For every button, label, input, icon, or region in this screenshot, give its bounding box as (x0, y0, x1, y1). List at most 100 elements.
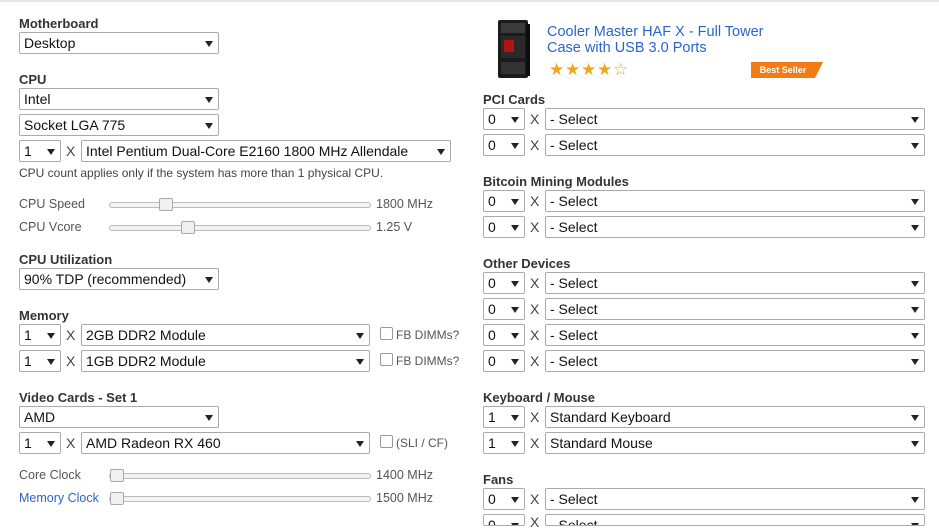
cpu-brand-select[interactable]: Intel (19, 88, 219, 110)
multiply-sign: X (530, 275, 540, 291)
chevron-down-icon (205, 277, 213, 283)
cpu-utilization-select[interactable]: 90% TDP (recommended) (19, 268, 219, 290)
pci-card-select[interactable]: - Select (545, 108, 925, 130)
device-count-select[interactable]: 0 (483, 350, 525, 372)
pci-cards-label: PCI Cards (483, 92, 546, 107)
video-model-select[interactable]: AMD Radeon RX 460 (81, 432, 370, 454)
bitcoin-module-select[interactable]: - Select (545, 216, 925, 238)
keyboard-mouse-label: Keyboard / Mouse (483, 390, 595, 405)
cpu-model-select[interactable]: Intel Pentium Dual-Core E2160 1800 MHz A… (81, 140, 451, 162)
pci-count-select[interactable]: 0 (483, 134, 525, 156)
motherboard-label: Motherboard (19, 16, 99, 31)
cpu-label: CPU (19, 72, 47, 87)
multiply-sign: X (530, 193, 540, 209)
device-select[interactable]: - Select (545, 350, 925, 372)
product-title-line2[interactable]: Case with USB 3.0 Ports (547, 40, 707, 56)
bitcoin-count-select[interactable]: 0 (483, 190, 525, 212)
top-divider (0, 0, 939, 2)
cpu-count-note: CPU count applies only if the system has… (19, 166, 384, 180)
chevron-down-icon (437, 149, 445, 155)
fb-dimms-label: FB DIMMs? (396, 354, 460, 368)
chevron-down-icon (911, 143, 919, 149)
cpu-speed-label: CPU Speed (19, 197, 86, 211)
keyboard-count-select[interactable]: 1 (483, 406, 525, 428)
mouse-count-select[interactable]: 1 (483, 432, 525, 454)
fan-count-select[interactable]: 0 (483, 488, 525, 510)
sli-cf-label: (SLI / CF) (396, 436, 449, 450)
device-select[interactable]: - Select (545, 298, 925, 320)
multiply-sign: X (66, 435, 76, 451)
chevron-down-icon (511, 497, 519, 503)
badge-ribbon-tail (815, 62, 823, 78)
chevron-down-icon (911, 199, 919, 205)
half-star-icon: ☆ (613, 60, 629, 79)
pci-count-select[interactable]: 0 (483, 108, 525, 130)
device-count-select[interactable]: 0 (483, 324, 525, 346)
cpu-count-select[interactable]: 1 (19, 140, 61, 162)
core-clock-handle[interactable] (110, 469, 124, 482)
mouse-select[interactable]: Standard Mouse (545, 432, 925, 454)
star-icon: ★ (597, 60, 613, 79)
memory-clock-slider[interactable] (109, 492, 371, 505)
keyboard-select[interactable]: Standard Keyboard (545, 406, 925, 428)
fb-dimms-checkbox[interactable] (380, 327, 393, 340)
device-select[interactable]: - Select (545, 324, 925, 346)
fan-select[interactable]: - Select (545, 514, 925, 526)
chevron-down-icon (511, 415, 519, 421)
chevron-down-icon (356, 359, 364, 365)
multiply-sign: X (530, 353, 540, 369)
cpu-speed-value: 1800 MHz (376, 197, 433, 211)
chevron-down-icon (511, 441, 519, 447)
device-select[interactable]: - Select (545, 272, 925, 294)
product-title-line1[interactable]: Cooler Master HAF X - Full Tower (547, 24, 763, 40)
multiply-sign: X (530, 301, 540, 317)
chevron-down-icon (511, 117, 519, 123)
product-rating: ★ ★ ★ ★ ☆ (549, 61, 639, 79)
fan-count-select[interactable]: 0 (483, 514, 525, 526)
chevron-down-icon (911, 497, 919, 503)
multiply-sign: X (530, 137, 540, 153)
video-count-select[interactable]: 1 (19, 432, 61, 454)
device-count-select[interactable]: 0 (483, 272, 525, 294)
bitcoin-module-select[interactable]: - Select (545, 190, 925, 212)
fb-dimms-checkbox[interactable] (380, 353, 393, 366)
chevron-down-icon (911, 359, 919, 365)
motherboard-select[interactable]: Desktop (19, 32, 219, 54)
chevron-down-icon (47, 149, 55, 155)
chevron-down-icon (911, 281, 919, 287)
pc-case-image[interactable] (490, 18, 538, 80)
sli-cf-checkbox[interactable] (380, 435, 393, 448)
multiply-sign: X (66, 143, 76, 159)
chevron-down-icon (205, 123, 213, 129)
memory-clock-handle[interactable] (110, 492, 124, 505)
cpu-vcore-slider[interactable] (109, 221, 371, 234)
multiply-sign: X (530, 514, 540, 530)
chevron-down-icon (47, 333, 55, 339)
core-clock-slider[interactable] (109, 469, 371, 482)
video-brand-select[interactable]: AMD (19, 406, 219, 428)
device-count-select[interactable]: 0 (483, 298, 525, 320)
memory-clock-link[interactable]: Memory Clock (19, 491, 99, 505)
multiply-sign: X (530, 111, 540, 127)
memory-label: Memory (19, 308, 69, 323)
video-cards-label: Video Cards - Set 1 (19, 390, 138, 405)
memory-module-select[interactable]: 1GB DDR2 Module (81, 350, 370, 372)
cpu-vcore-handle[interactable] (181, 221, 195, 234)
pci-card-select[interactable]: - Select (545, 134, 925, 156)
cpu-speed-slider[interactable] (109, 198, 371, 211)
fan-select[interactable]: - Select (545, 488, 925, 510)
chevron-down-icon (356, 441, 364, 447)
memory-count-select[interactable]: 1 (19, 350, 61, 372)
multiply-sign: X (530, 327, 540, 343)
best-seller-badge: Best Seller (751, 62, 815, 78)
chevron-down-icon (47, 359, 55, 365)
bitcoin-count-select[interactable]: 0 (483, 216, 525, 238)
chevron-down-icon (511, 225, 519, 231)
chevron-down-icon (511, 143, 519, 149)
multiply-sign: X (530, 409, 540, 425)
chevron-down-icon (911, 117, 919, 123)
memory-module-select[interactable]: 2GB DDR2 Module (81, 324, 370, 346)
memory-count-select[interactable]: 1 (19, 324, 61, 346)
cpu-socket-select[interactable]: Socket LGA 775 (19, 114, 219, 136)
cpu-speed-handle[interactable] (159, 198, 173, 211)
